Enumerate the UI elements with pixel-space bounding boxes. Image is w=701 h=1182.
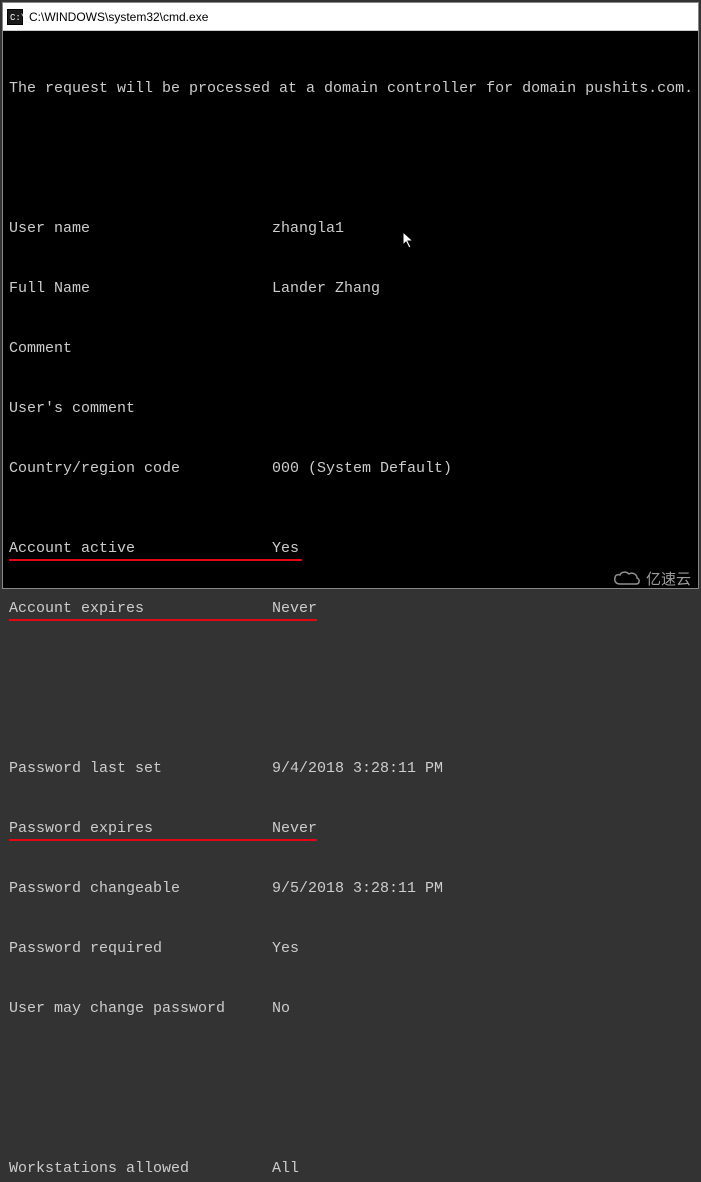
value-password-last-set: 9/4/2018 3:28:11 PM bbox=[272, 759, 443, 779]
row-user-name: User namezhangla1 bbox=[9, 219, 692, 239]
value-country-code: 000 (System Default) bbox=[272, 459, 452, 479]
label-password-last-set: Password last set bbox=[9, 759, 272, 779]
value-password-required: Yes bbox=[272, 939, 299, 959]
value-workstations: All bbox=[272, 1159, 299, 1179]
row-account-expires: Account expiresNever bbox=[9, 599, 692, 619]
window-title: C:\WINDOWS\system32\cmd.exe bbox=[29, 10, 208, 24]
watermark-text: 亿速云 bbox=[646, 568, 691, 589]
highlight-line bbox=[9, 619, 317, 621]
row-workstations: Workstations allowedAll bbox=[9, 1159, 692, 1179]
label-country-code: Country/region code bbox=[9, 459, 272, 479]
watermark: 亿速云 bbox=[612, 568, 691, 589]
terminal-output[interactable]: The request will be processed at a domai… bbox=[3, 31, 698, 588]
value-full-name: Lander Zhang bbox=[272, 279, 380, 299]
label-full-name: Full Name bbox=[9, 279, 272, 299]
cmd-window: C:\ C:\WINDOWS\system32\cmd.exe The requ… bbox=[2, 2, 699, 589]
value-password-changeable: 9/5/2018 3:28:11 PM bbox=[272, 879, 443, 899]
blank-line bbox=[9, 1079, 692, 1099]
label-account-expires: Account expires bbox=[9, 599, 272, 619]
label-password-changeable: Password changeable bbox=[9, 879, 272, 899]
row-password-last-set: Password last set9/4/2018 3:28:11 PM bbox=[9, 759, 692, 779]
value-user-name: zhangla1 bbox=[272, 219, 344, 239]
row-password-changeable: Password changeable9/5/2018 3:28:11 PM bbox=[9, 879, 692, 899]
row-password-required: Password requiredYes bbox=[9, 939, 692, 959]
row-comment: Comment bbox=[9, 339, 692, 359]
label-users-comment: User's comment bbox=[9, 399, 272, 419]
highlight-line bbox=[9, 559, 302, 561]
blank-line bbox=[9, 679, 692, 699]
highlight-line bbox=[9, 839, 317, 841]
value-account-active: Yes bbox=[272, 539, 299, 559]
cmd-icon: C:\ bbox=[7, 9, 23, 25]
value-user-may-change: No bbox=[272, 999, 290, 1019]
row-country-code: Country/region code000 (System Default) bbox=[9, 459, 692, 479]
value-password-expires: Never bbox=[272, 819, 317, 839]
row-full-name: Full NameLander Zhang bbox=[9, 279, 692, 299]
label-password-required: Password required bbox=[9, 939, 272, 959]
label-account-active: Account active bbox=[9, 539, 272, 559]
row-users-comment: User's comment bbox=[9, 399, 692, 419]
label-comment: Comment bbox=[9, 339, 272, 359]
label-user-may-change: User may change password bbox=[9, 999, 272, 1019]
label-password-expires: Password expires bbox=[9, 819, 272, 839]
header-line: The request will be processed at a domai… bbox=[9, 79, 692, 99]
label-user-name: User name bbox=[9, 219, 272, 239]
row-account-active: Account activeYes bbox=[9, 539, 692, 559]
blank-line bbox=[9, 139, 692, 159]
row-user-may-change: User may change passwordNo bbox=[9, 999, 692, 1019]
row-password-expires: Password expiresNever bbox=[9, 819, 692, 839]
svg-text:C:\: C:\ bbox=[10, 13, 23, 23]
titlebar[interactable]: C:\ C:\WINDOWS\system32\cmd.exe bbox=[3, 3, 698, 31]
value-account-expires: Never bbox=[272, 599, 317, 619]
label-workstations: Workstations allowed bbox=[9, 1159, 272, 1179]
cloud-icon bbox=[612, 570, 642, 588]
